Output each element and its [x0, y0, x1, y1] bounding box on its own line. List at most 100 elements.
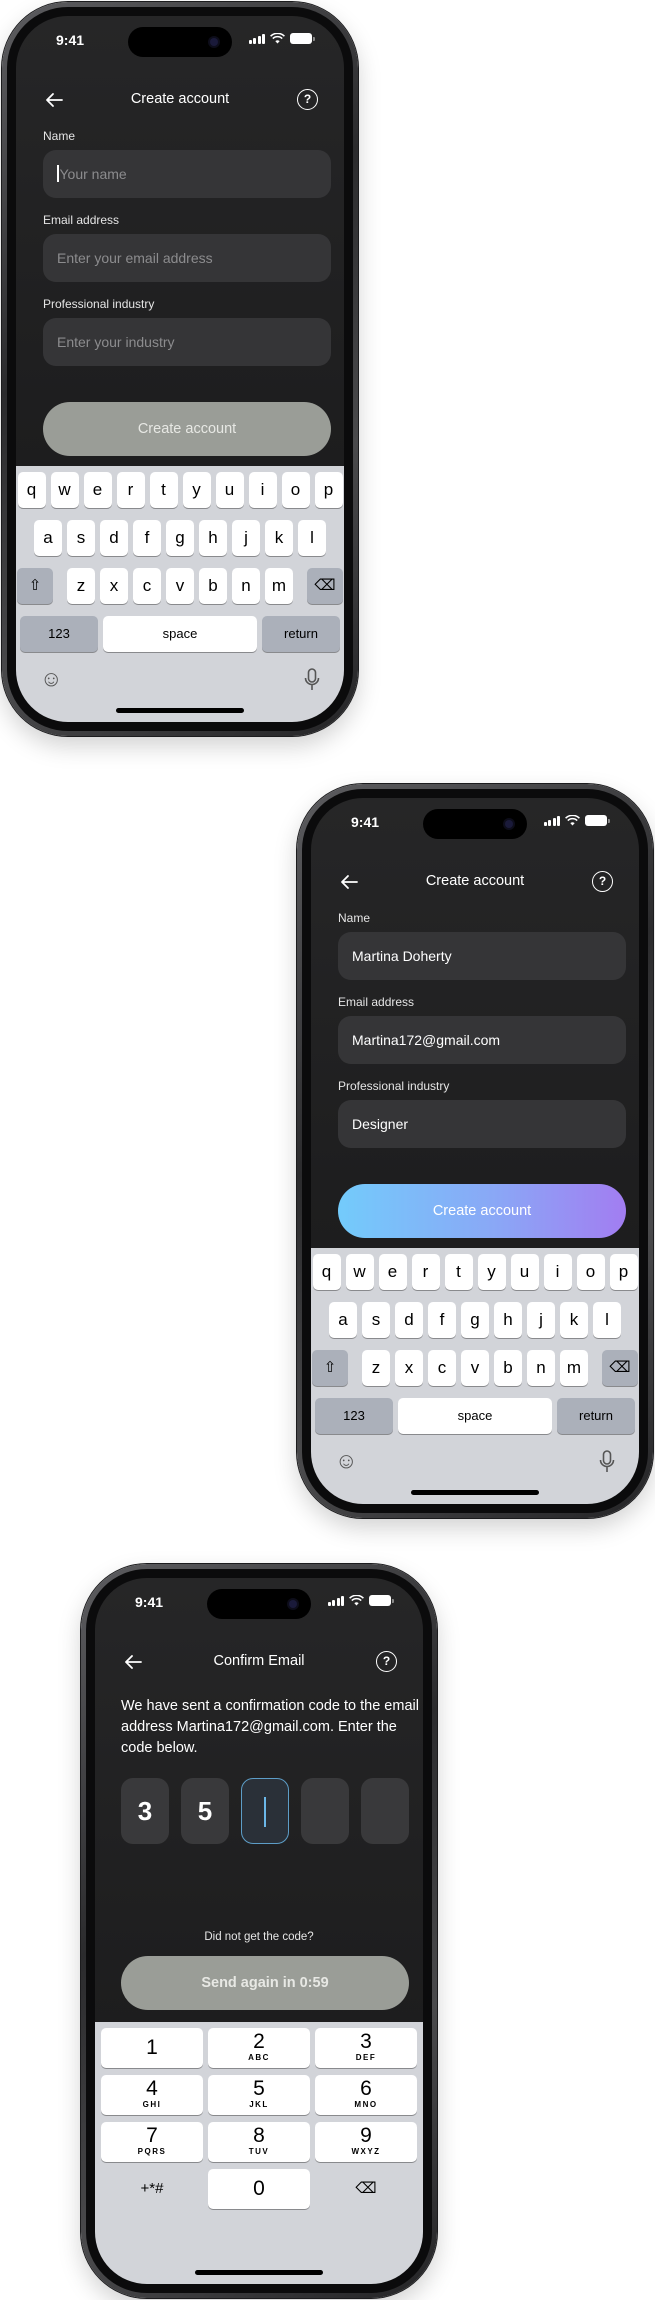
key-i[interactable]: i [248, 472, 277, 508]
key-q[interactable]: q [17, 472, 46, 508]
key-q[interactable]: q [312, 1254, 341, 1290]
key-a[interactable]: a [34, 520, 62, 556]
key-g[interactable]: g [461, 1302, 489, 1338]
code-digit-4[interactable] [301, 1778, 349, 1844]
key-z[interactable]: z [362, 1350, 390, 1386]
key-k[interactable]: k [265, 520, 293, 556]
shift-icon[interactable]: ⇧ [17, 568, 53, 604]
numpad-symbols-key[interactable]: +*# [101, 2169, 203, 2209]
key-h[interactable]: h [494, 1302, 522, 1338]
key-m[interactable]: m [265, 568, 293, 604]
backspace-icon[interactable]: ⌫ [307, 568, 343, 604]
code-digit-1[interactable]: 3 [121, 1778, 169, 1844]
industry-field[interactable]: Designer [338, 1100, 626, 1148]
space-key[interactable]: space [398, 1398, 552, 1434]
key-r[interactable]: r [116, 472, 145, 508]
numpad-key-6[interactable]: 6 MNO [315, 2075, 417, 2115]
key-d[interactable]: d [395, 1302, 423, 1338]
key-t[interactable]: t [149, 472, 178, 508]
key-w[interactable]: w [345, 1254, 374, 1290]
question-circle-icon[interactable]: ? [376, 1651, 397, 1672]
code-digit-3[interactable] [241, 1778, 289, 1844]
backspace-icon[interactable]: ⌫ [602, 1350, 638, 1386]
key-c[interactable]: c [428, 1350, 456, 1386]
numpad-key-5[interactable]: 5 JKL [208, 2075, 310, 2115]
key-m[interactable]: m [560, 1350, 588, 1386]
shift-icon[interactable]: ⇧ [312, 1350, 348, 1386]
key-b[interactable]: b [494, 1350, 522, 1386]
space-key[interactable]: space [103, 616, 257, 652]
key-o[interactable]: o [576, 1254, 605, 1290]
signal-icon [327, 1595, 344, 1606]
question-circle-icon[interactable]: ? [592, 871, 613, 892]
numpad-key-7[interactable]: 7 PQRS [101, 2122, 203, 2162]
numpad-key-3[interactable]: 3 DEF [315, 2028, 417, 2068]
industry-field[interactable]: Enter your industry [43, 318, 331, 366]
key-n[interactable]: n [527, 1350, 555, 1386]
key-f[interactable]: f [428, 1302, 456, 1338]
code-digit-5[interactable] [361, 1778, 409, 1844]
key-o[interactable]: o [281, 472, 310, 508]
key-v[interactable]: v [461, 1350, 489, 1386]
return-key[interactable]: return [557, 1398, 635, 1434]
key-c[interactable]: c [133, 568, 161, 604]
numpad-key-2[interactable]: 2 ABC [208, 2028, 310, 2068]
key-l[interactable]: l [298, 520, 326, 556]
numpad-key-1[interactable]: 1 [101, 2028, 203, 2068]
create-account-button[interactable]: Create account [43, 402, 331, 456]
key-w[interactable]: w [50, 472, 79, 508]
key-e[interactable]: e [83, 472, 112, 508]
key-y[interactable]: y [182, 472, 211, 508]
numpad-key-4[interactable]: 4 GHI [101, 2075, 203, 2115]
key-x[interactable]: x [395, 1350, 423, 1386]
key-f[interactable]: f [133, 520, 161, 556]
name-field[interactable]: Martina Doherty [338, 932, 626, 980]
key-k[interactable]: k [560, 1302, 588, 1338]
key-h[interactable]: h [199, 520, 227, 556]
key-u[interactable]: u [510, 1254, 539, 1290]
key-t[interactable]: t [444, 1254, 473, 1290]
question-circle-icon[interactable]: ? [297, 89, 318, 110]
key-l[interactable]: l [593, 1302, 621, 1338]
key-g[interactable]: g [166, 520, 194, 556]
numpad-key-8[interactable]: 8 TUV [208, 2122, 310, 2162]
key-s[interactable]: s [67, 520, 95, 556]
key-y[interactable]: y [477, 1254, 506, 1290]
key-r[interactable]: r [411, 1254, 440, 1290]
numbers-key[interactable]: 123 [315, 1398, 393, 1434]
key-d[interactable]: d [100, 520, 128, 556]
key-p[interactable]: p [609, 1254, 638, 1290]
key-j[interactable]: j [527, 1302, 555, 1338]
key-a[interactable]: a [329, 1302, 357, 1338]
key-z[interactable]: z [67, 568, 95, 604]
numpad-key-0[interactable]: 0 [208, 2169, 310, 2209]
create-account-button[interactable]: Create account [338, 1184, 626, 1238]
code-digit-2[interactable]: 5 [181, 1778, 229, 1844]
key-v[interactable]: v [166, 568, 194, 604]
emoji-icon[interactable]: ☺ [335, 1448, 357, 1474]
microphone-icon[interactable] [304, 668, 320, 692]
key-i[interactable]: i [543, 1254, 572, 1290]
key-x[interactable]: x [100, 568, 128, 604]
email-field[interactable]: Enter your email address [43, 234, 331, 282]
key-p[interactable]: p [314, 472, 343, 508]
numbers-key[interactable]: 123 [20, 616, 98, 652]
email-field[interactable]: Martina172@gmail.com [338, 1016, 626, 1064]
key-e[interactable]: e [378, 1254, 407, 1290]
send-again-button[interactable]: Send again in 0:59 [121, 1956, 409, 2010]
status-icons [327, 1595, 394, 1606]
return-key[interactable]: return [262, 616, 340, 652]
numpad-key-9[interactable]: 9 WXYZ [315, 2122, 417, 2162]
key-n[interactable]: n [232, 568, 260, 604]
key-j[interactable]: j [232, 520, 260, 556]
microphone-icon[interactable] [599, 1450, 615, 1474]
phone-confirm-email: 9:41 Confirm Email ? We have sent a conf… [81, 1564, 437, 2298]
industry-label: Professional industry [338, 1079, 450, 1093]
key-u[interactable]: u [215, 472, 244, 508]
backspace-icon[interactable]: ⌫ [315, 2169, 417, 2209]
key-s[interactable]: s [362, 1302, 390, 1338]
key-b[interactable]: b [199, 568, 227, 604]
name-field[interactable]: Your name [43, 150, 331, 198]
emoji-icon[interactable]: ☺ [40, 666, 62, 692]
nav-bar: Confirm Email ? [95, 1648, 423, 1676]
